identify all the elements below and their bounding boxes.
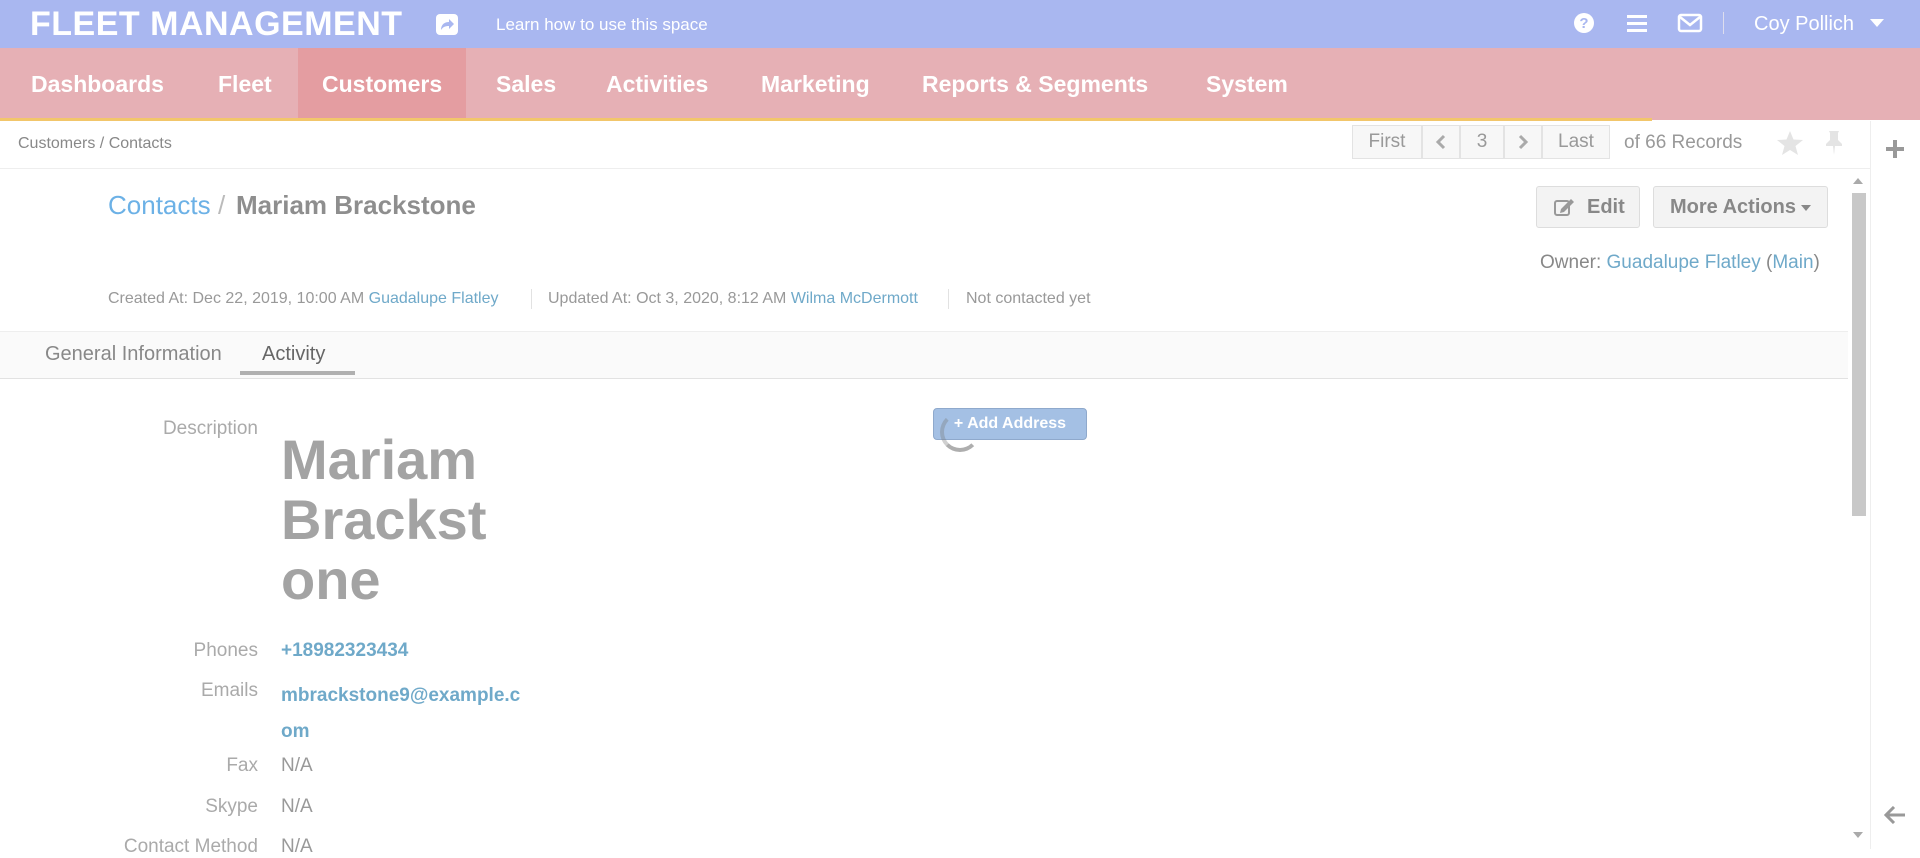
nav-activities[interactable]: Activities xyxy=(582,48,732,120)
breadcrumb: Customers / Contacts xyxy=(18,135,172,152)
nav-dashboards[interactable]: Dashboards xyxy=(7,48,188,120)
user-menu[interactable]: Coy Pollich xyxy=(1754,13,1854,36)
contact-status: Not contacted yet xyxy=(966,290,1091,307)
pager-prev-button[interactable] xyxy=(1422,125,1460,159)
chevron-right-icon xyxy=(1518,134,1529,150)
nav-reports-segments[interactable]: Reports & Segments xyxy=(898,48,1172,120)
phone-link[interactable]: +18982323434 xyxy=(281,640,408,662)
nav-marketing[interactable]: Marketing xyxy=(737,48,894,120)
page-title: Mariam Brackstone xyxy=(236,190,476,220)
edit-icon xyxy=(1554,199,1574,216)
contact-method-value: N/A xyxy=(281,836,313,857)
tab-general-information[interactable]: General Information xyxy=(45,343,222,366)
created-at: Created At: Dec 22, 2019, 10:00 AM Guada… xyxy=(108,290,498,308)
menu-icon[interactable] xyxy=(1626,12,1648,39)
description-value: Mariam Brackstone xyxy=(281,428,487,611)
edit-button-label: Edit xyxy=(1587,196,1625,218)
updated-at-text: Updated At: Oct 3, 2020, 8:12 AM xyxy=(548,290,787,307)
mail-icon[interactable] xyxy=(1677,12,1703,39)
updated-at: Updated At: Oct 3, 2020, 8:12 AM Wilma M… xyxy=(548,290,918,308)
pager-next-button[interactable] xyxy=(1504,125,1542,159)
owner-line: Owner: Guadalupe Flatley (Main) xyxy=(1540,252,1820,273)
plus-icon[interactable] xyxy=(1886,140,1904,163)
svg-text:?: ? xyxy=(1579,15,1588,32)
record-count: of 66 Records xyxy=(1624,132,1743,153)
skype-label: Skype xyxy=(205,796,258,817)
more-actions-button[interactable]: More Actions xyxy=(1653,186,1828,228)
scroll-up-arrow[interactable] xyxy=(1853,178,1863,184)
nav-system[interactable]: System xyxy=(1182,48,1312,120)
scroll-down-arrow[interactable] xyxy=(1853,832,1863,838)
title-separator: / xyxy=(218,190,226,220)
owner-link[interactable]: Guadalupe Flatley xyxy=(1607,252,1761,273)
owner-label: Owner: xyxy=(1540,252,1602,273)
created-by-link[interactable]: Guadalupe Flatley xyxy=(369,290,499,307)
more-actions-label: More Actions xyxy=(1670,196,1796,218)
skype-value: N/A xyxy=(281,796,313,817)
contact-method-label: Contact Method xyxy=(123,836,258,857)
nav-customers[interactable]: Customers xyxy=(298,48,467,120)
updated-by-link[interactable]: Wilma McDermott xyxy=(791,290,918,307)
caret-down-icon[interactable] xyxy=(1870,19,1884,27)
app-logo[interactable]: FLEET MANAGEMENT xyxy=(30,5,403,44)
caret-down-icon xyxy=(1801,205,1811,211)
nav-fleet[interactable]: Fleet xyxy=(194,48,296,120)
contacts-link[interactable]: Contacts xyxy=(108,190,211,221)
created-at-text: Created At: Dec 22, 2019, 10:00 AM xyxy=(108,290,365,307)
emails-label: Emails xyxy=(200,680,258,701)
star-icon[interactable] xyxy=(1776,130,1804,161)
right-sidebar xyxy=(1870,121,1920,849)
edit-button[interactable]: Edit xyxy=(1536,186,1640,228)
help-icon[interactable]: ? xyxy=(1573,12,1595,39)
share-icon[interactable] xyxy=(436,14,458,35)
pager-last-button[interactable]: Last xyxy=(1542,125,1610,159)
pin-icon[interactable] xyxy=(1824,130,1844,161)
arrow-left-icon[interactable] xyxy=(1883,805,1906,829)
fax-label: Fax xyxy=(226,755,258,776)
learn-link[interactable]: Learn how to use this space xyxy=(496,15,708,35)
nav-sales[interactable]: Sales xyxy=(472,48,580,120)
tab-activity[interactable]: Activity xyxy=(262,343,325,366)
loading-spinner-icon xyxy=(940,412,980,452)
scrollbar-thumb[interactable] xyxy=(1852,193,1866,516)
business-unit-link[interactable]: Main xyxy=(1772,252,1813,273)
phones-label: Phones xyxy=(193,640,258,661)
pager-page-input[interactable]: 3 xyxy=(1460,125,1504,159)
email-link[interactable]: mbrackstone9@example.com xyxy=(281,678,531,750)
topbar-divider xyxy=(1723,12,1724,34)
description-label: Description xyxy=(162,418,258,439)
meta-divider xyxy=(531,289,532,309)
chevron-left-icon xyxy=(1435,134,1446,150)
pager-first-button[interactable]: First xyxy=(1352,125,1422,159)
meta-divider xyxy=(948,289,949,309)
fax-value: N/A xyxy=(281,755,313,776)
active-tab-indicator xyxy=(240,371,355,375)
